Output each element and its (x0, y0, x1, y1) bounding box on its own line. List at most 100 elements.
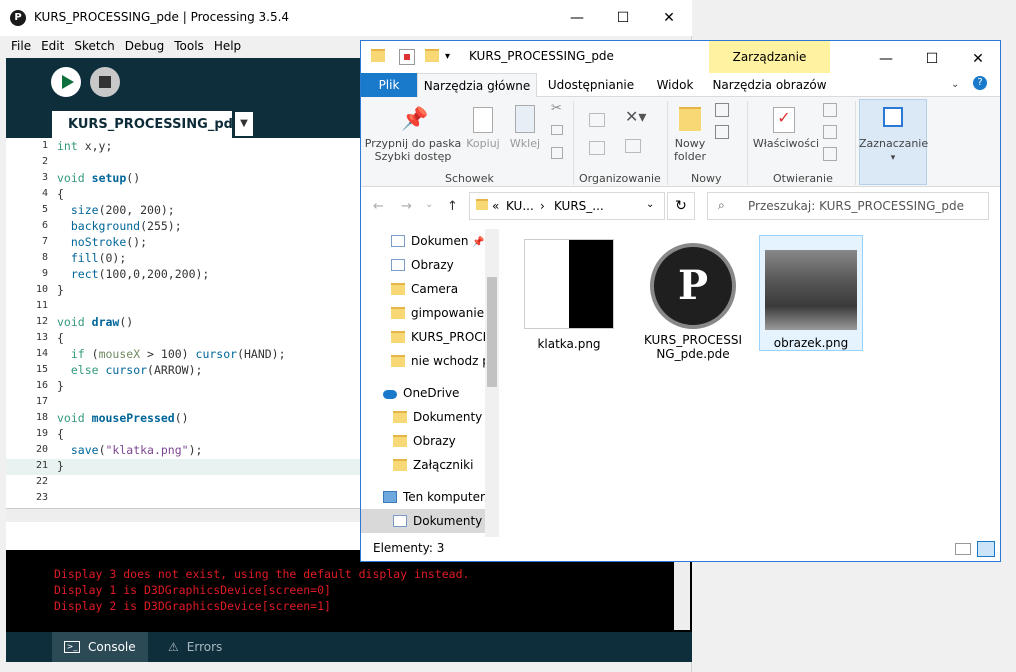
up-button[interactable]: ↑ (447, 199, 458, 214)
tab-zarzadzanie[interactable]: Zarządzanie (709, 41, 830, 73)
help-icon[interactable]: ? (973, 76, 987, 90)
recent-locations-button[interactable]: ⌄ (425, 199, 433, 210)
address-bar[interactable]: « KU... › KURS_... ⌄ (469, 192, 665, 220)
nav-item-onedrive-zalaczniki[interactable]: Załączniki (361, 453, 485, 477)
new-folder-icon[interactable] (425, 49, 439, 63)
forward-button[interactable]: → (401, 199, 412, 214)
code-line[interactable]: int x,y; (57, 139, 112, 153)
code-line[interactable]: background(255); (57, 219, 182, 233)
copy-button[interactable]: Kopiuj (461, 137, 505, 150)
code-line[interactable]: size(200, 200); (57, 203, 175, 217)
navigation-scrollbar[interactable] (485, 229, 499, 537)
properties-icon[interactable] (399, 49, 415, 65)
code-line[interactable]: { (57, 187, 64, 201)
console-scrollbar[interactable] (674, 552, 690, 630)
tab-sketch[interactable]: KURS_PROCESSING_pde (52, 111, 242, 138)
new-item-icon[interactable] (715, 103, 729, 117)
menu-help[interactable]: Help (209, 36, 246, 56)
nav-item-obrazy-quick[interactable]: Obrazy (361, 253, 485, 277)
scrollbar-thumb[interactable] (487, 277, 497, 387)
code-line[interactable]: void setup() (57, 171, 140, 185)
address-dropdown-icon[interactable]: ⌄ (646, 199, 654, 210)
copy-to-icon[interactable] (589, 141, 605, 155)
code-line[interactable]: void mousePressed() (57, 411, 189, 425)
history-icon[interactable] (823, 147, 837, 161)
address-overflow[interactable]: « (492, 199, 499, 213)
maximize-button[interactable]: ☐ (600, 0, 646, 36)
stop-button[interactable] (90, 67, 120, 97)
details-view-icon[interactable] (955, 543, 971, 555)
close-button[interactable]: ✕ (646, 0, 692, 36)
code-line[interactable]: { (57, 427, 64, 441)
explorer-maximize-button[interactable]: ☐ (909, 41, 955, 77)
explorer-minimize-button[interactable]: — (863, 41, 909, 77)
quick-access-dropdown-icon[interactable]: ▾ (445, 51, 450, 62)
file-obrazek[interactable]: obrazek.png (759, 235, 863, 351)
nav-item-dokumenty-quick[interactable]: Dokumen 📌 (361, 229, 485, 253)
run-button[interactable] (51, 67, 81, 97)
nav-item-onedrive-dokumenty[interactable]: Dokumenty (361, 405, 485, 429)
line-number: 12 (35, 316, 48, 327)
code-line[interactable]: { (57, 331, 64, 345)
nav-item-this-pc[interactable]: Ten komputer (361, 485, 485, 509)
tab-errors[interactable]: ⚠ Errors (156, 632, 234, 662)
rename-icon[interactable] (625, 139, 641, 153)
tab-console[interactable]: >_ Console (52, 632, 148, 662)
menu-tools[interactable]: Tools (169, 36, 209, 56)
menu-edit[interactable]: Edit (36, 36, 69, 56)
tab-narzedzia-obrazow[interactable]: Narzędzia obrazów (709, 73, 830, 97)
tab-menu-button[interactable]: ▼ (235, 112, 253, 136)
nav-item-this-pc-dokumenty[interactable]: Dokumenty (361, 509, 485, 533)
nav-item-onedrive-obrazy[interactable]: Obrazy (361, 429, 485, 453)
stop-icon (99, 76, 111, 88)
nav-item-gimpowanie[interactable]: gimpowanie (361, 301, 485, 325)
code-line[interactable]: else cursor(ARROW); (57, 363, 203, 377)
delete-icon[interactable]: ✕▾ (625, 107, 646, 126)
code-line[interactable]: void draw() (57, 315, 133, 329)
easy-access-icon[interactable] (715, 125, 729, 139)
menu-debug[interactable]: Debug (120, 36, 169, 56)
tab-narzedzia-glowne[interactable]: Narzędzia główne (417, 73, 537, 97)
nav-item-kurs[interactable]: KURS_PROCE (361, 325, 485, 349)
nav-item-camera[interactable]: Camera (361, 277, 485, 301)
code-line[interactable]: rect(100,0,200,200); (57, 267, 209, 281)
line-number: 22 (35, 476, 48, 487)
code-line[interactable]: fill(0); (57, 251, 126, 265)
refresh-button[interactable]: ↻ (667, 192, 695, 220)
minimize-button[interactable]: — (554, 0, 600, 36)
folder-icon (393, 459, 407, 471)
tab-plik[interactable]: Plik (361, 73, 417, 97)
code-line[interactable]: } (57, 379, 64, 393)
edit-icon[interactable] (823, 125, 837, 139)
properties-button[interactable]: Właściwości (751, 137, 821, 150)
explorer-close-button[interactable]: ✕ (955, 41, 1001, 77)
open-icon[interactable] (823, 103, 837, 117)
move-to-icon[interactable] (589, 113, 605, 127)
file-kurs-pde[interactable]: P KURS_PROCESSI NG_pde.pde (641, 237, 745, 361)
tab-widok[interactable]: Widok (645, 73, 705, 97)
new-folder-button[interactable]: Nowy folder (667, 137, 713, 163)
menu-file[interactable]: File (6, 36, 36, 56)
code-line[interactable]: noStroke(); (57, 235, 147, 249)
file-klatka[interactable]: klatka.png (519, 237, 619, 351)
nav-item-nie-wchodz[interactable]: nie wchodz p (361, 349, 485, 373)
tab-udostepnianie[interactable]: Udostępnianie (541, 73, 641, 97)
code-line[interactable]: if (mouseX > 100) cursor(HAND); (57, 347, 286, 361)
breadcrumb-1[interactable]: KU... (506, 199, 534, 213)
breadcrumb-2[interactable]: KURS_... (554, 199, 604, 213)
ribbon-expand-icon[interactable]: ⌄ (951, 79, 959, 90)
back-button[interactable]: ← (373, 199, 384, 214)
menu-sketch[interactable]: Sketch (69, 36, 119, 56)
paste-button[interactable]: Wklej (505, 137, 545, 150)
large-icons-view-icon[interactable] (977, 541, 995, 557)
properties-big-icon: ✓ (773, 107, 795, 133)
nav-item-onedrive[interactable]: OneDrive (361, 381, 485, 405)
code-line[interactable]: } (57, 283, 64, 297)
paste-shortcut-icon[interactable] (551, 147, 563, 159)
cut-icon[interactable]: ✂ (551, 101, 562, 116)
code-line[interactable]: save("klatka.png"); (57, 443, 203, 457)
search-input[interactable]: ⌕ Przeszukaj: KURS_PROCESSING_pde (707, 192, 989, 220)
code-line[interactable]: } (57, 459, 64, 473)
copy-path-icon[interactable] (551, 125, 563, 135)
pin-quick-access-button[interactable]: Przypnij do paska Szybki dostęp (363, 137, 463, 163)
